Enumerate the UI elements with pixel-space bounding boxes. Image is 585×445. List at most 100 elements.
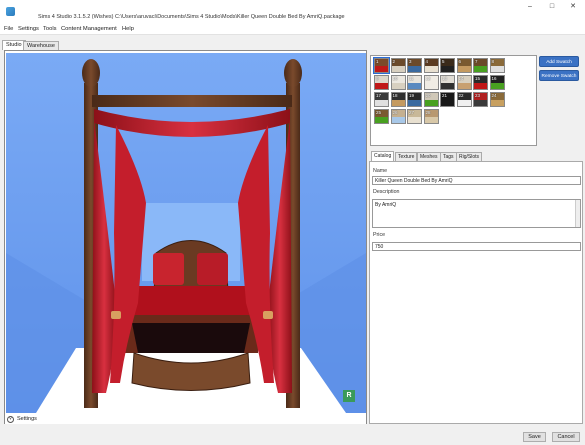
- swatch-tile[interactable]: 25: [374, 109, 389, 124]
- swatch-tile[interactable]: 21: [440, 92, 455, 107]
- swatch-tile[interactable]: 24: [489, 92, 505, 107]
- tab-meshes[interactable]: Meshes: [417, 152, 441, 161]
- tab-rig-slots[interactable]: Rig/Slots: [456, 152, 483, 161]
- swatch-tile[interactable]: 23: [473, 92, 488, 107]
- swatch-color-bottom: [391, 66, 405, 72]
- swatch-tile[interactable]: 2: [390, 58, 406, 73]
- cancel-button[interactable]: Cancel: [552, 432, 580, 442]
- swatch-color-bottom: [457, 66, 471, 72]
- bed-preview-render: [6, 53, 366, 413]
- swatch-number: 10: [392, 76, 398, 81]
- swatch-tile[interactable]: 26: [390, 109, 406, 124]
- swatch-tile[interactable]: 20: [423, 92, 439, 107]
- swatch-color-bottom: [441, 83, 454, 89]
- watermark-logo: R: [343, 390, 355, 402]
- menu-tools[interactable]: Tools: [43, 26, 57, 32]
- window-title: Sims 4 Studio 3.1.5.2 (Wishes) C:\Users\…: [38, 14, 345, 20]
- swatch-number: 18: [392, 93, 398, 98]
- save-button[interactable]: Save: [523, 432, 546, 442]
- swatch-tile[interactable]: 16: [489, 75, 505, 90]
- swatch-tile[interactable]: 7: [473, 58, 488, 73]
- chevron-down-icon[interactable]: ˅: [7, 416, 14, 423]
- swatch-tile[interactable]: 18: [390, 92, 406, 107]
- name-label: Name: [373, 168, 388, 174]
- close-button[interactable]: ✕: [566, 2, 580, 12]
- swatch-color-bottom: [424, 66, 438, 72]
- menu-content-management[interactable]: Content Management: [61, 26, 117, 32]
- menu-help[interactable]: Help: [122, 26, 134, 32]
- swatch-tile[interactable]: 5: [440, 58, 455, 73]
- 3d-viewport[interactable]: R: [6, 53, 366, 413]
- swatch-tile[interactable]: 4: [423, 58, 439, 73]
- swatch-color-bottom: [375, 66, 388, 72]
- swatch-tile[interactable]: 3: [407, 58, 422, 73]
- swatch-number: 11: [409, 76, 414, 81]
- swatch-number: 8: [491, 59, 495, 64]
- menu-file[interactable]: File: [4, 26, 13, 32]
- swatch-tile[interactable]: 22: [456, 92, 472, 107]
- menu-settings[interactable]: Settings: [18, 26, 39, 32]
- swatch-number: 21: [442, 93, 448, 98]
- swatch-tile[interactable]: 17: [374, 92, 389, 107]
- tab-warehouse[interactable]: Warehouse: [23, 41, 59, 50]
- swatch-tile[interactable]: 12: [423, 75, 439, 90]
- maximize-button[interactable]: □: [545, 2, 559, 12]
- swatch-tile[interactable]: 15: [473, 75, 488, 90]
- minimize-button[interactable]: –: [523, 2, 537, 12]
- swatch-tile[interactable]: 27: [407, 109, 422, 124]
- swatch-color-bottom: [490, 83, 504, 89]
- name-field[interactable]: Killer Queen Double Bed By AmriQ: [372, 176, 581, 185]
- description-label: Description: [373, 189, 400, 195]
- swatch-color-bottom: [474, 100, 487, 106]
- add-swatch-button[interactable]: Add Swatch: [539, 56, 579, 67]
- swatch-number: 7: [475, 59, 478, 64]
- main-tab-bar: Studio Warehouse: [0, 36, 585, 50]
- swatch-color-bottom: [408, 83, 421, 89]
- remove-swatch-button[interactable]: Remove Swatch: [539, 70, 579, 81]
- swatch-number: 24: [491, 93, 497, 98]
- swatch-tile[interactable]: 13: [440, 75, 455, 90]
- swatch-color-bottom: [457, 83, 471, 89]
- swatch-number: 6: [458, 59, 462, 64]
- tab-catalog[interactable]: Catalog: [371, 151, 395, 161]
- swatch-tile[interactable]: 19: [407, 92, 422, 107]
- swatch-tile[interactable]: 10: [390, 75, 406, 90]
- swatch-color-bottom: [408, 66, 421, 72]
- title-bar: Sims 4 Studio 3.1.5.2 (Wishes) C:\Users\…: [0, 0, 585, 24]
- swatch-color-bottom: [391, 117, 405, 123]
- swatch-color-bottom: [474, 83, 487, 89]
- description-scrollbar[interactable]: [575, 200, 580, 227]
- tab-tags[interactable]: Tags: [440, 152, 457, 161]
- swatch-number: 23: [475, 93, 481, 98]
- swatch-number: 2: [392, 59, 396, 64]
- swatch-color-bottom: [408, 117, 421, 123]
- price-field[interactable]: 750: [372, 242, 581, 251]
- swatch-grid: 1 2 3 4 5 6 7 8 9 10 11 12 13 14 15 16 17 18 19 20 21 22 23 24 2…: [370, 55, 537, 146]
- description-field[interactable]: By AmriQ: [372, 199, 581, 228]
- swatch-color-bottom: [408, 100, 421, 106]
- menu-bar: File Settings Tools Content Management H…: [0, 24, 585, 35]
- settings-bar[interactable]: ˅ Settings: [5, 415, 366, 424]
- swatch-tile[interactable]: 8: [489, 58, 505, 73]
- swatch-tile[interactable]: 28: [423, 109, 439, 124]
- swatch-color-bottom: [424, 83, 438, 89]
- swatch-number: 9: [376, 76, 379, 81]
- swatch-tile[interactable]: 11: [407, 75, 422, 90]
- swatch-tile[interactable]: 1: [373, 57, 390, 74]
- tab-texture[interactable]: Texture: [395, 152, 418, 161]
- swatch-color-bottom: [490, 100, 504, 106]
- properties-tab-bar: Catalog Texture Meshes Tags Rig/Slots: [370, 151, 582, 161]
- catalog-properties-panel: Name Killer Queen Double Bed By AmriQ De…: [369, 161, 583, 424]
- swatch-number: 28: [425, 110, 431, 115]
- swatch-color-bottom: [391, 100, 405, 106]
- swatch-color-bottom: [457, 100, 471, 106]
- swatch-tile[interactable]: 6: [456, 58, 472, 73]
- price-label: Price: [373, 232, 386, 238]
- swatch-color-bottom: [391, 83, 405, 89]
- swatch-tile[interactable]: 9: [374, 75, 389, 90]
- swatch-tile[interactable]: 14: [456, 75, 472, 90]
- swatch-color-bottom: [474, 66, 487, 72]
- swatch-color-bottom: [375, 117, 388, 123]
- swatch-number: 1: [376, 59, 379, 64]
- swatch-number: 5: [442, 59, 445, 64]
